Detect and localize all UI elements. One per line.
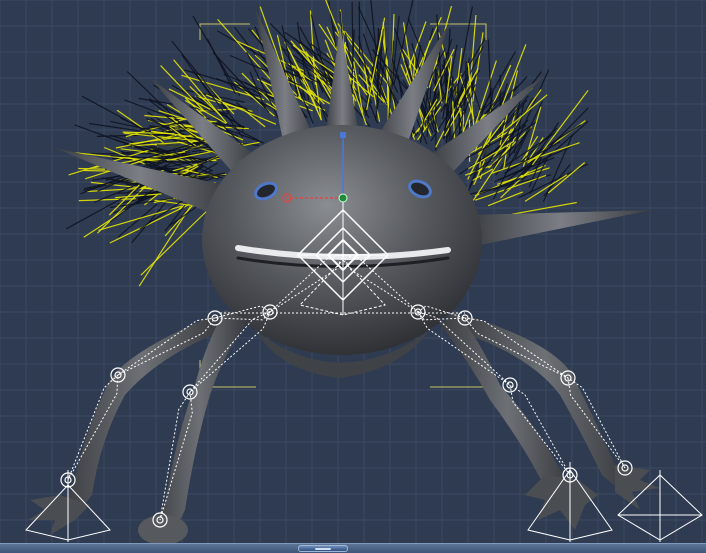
panel-splitter-handle[interactable] xyxy=(298,545,348,552)
scene-canvas[interactable] xyxy=(0,0,706,553)
status-bar xyxy=(0,543,706,553)
splitter-grip-icon xyxy=(315,548,331,550)
3d-viewport[interactable] xyxy=(0,0,706,553)
creature-body xyxy=(202,125,482,378)
pivot-point-icon[interactable] xyxy=(338,193,348,203)
